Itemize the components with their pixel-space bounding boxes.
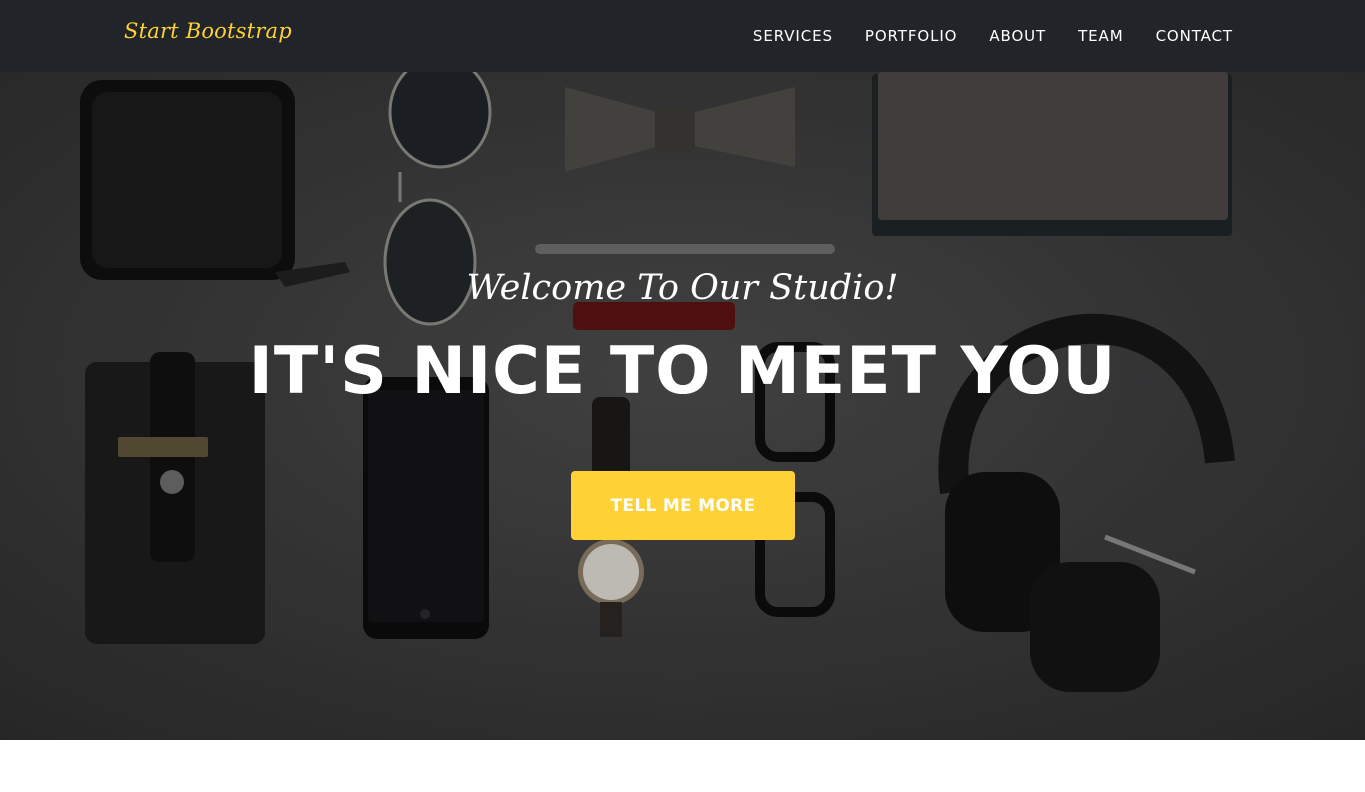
tell-me-more-button[interactable]: TELL ME MORE: [571, 471, 795, 540]
hero-subheading: Welcome To Our Studio!: [466, 268, 899, 308]
hero-section: Welcome To Our Studio! IT'S NICE TO MEET…: [0, 72, 1365, 740]
nav-link-contact[interactable]: CONTACT: [1156, 27, 1233, 45]
nav-link-services[interactable]: SERVICES: [753, 27, 833, 45]
hero-heading: IT'S NICE TO MEET YOU: [248, 334, 1117, 409]
navbar: Start Bootstrap SERVICES PORTFOLIO ABOUT…: [0, 0, 1365, 72]
navbar-brand[interactable]: Start Bootstrap: [124, 19, 292, 43]
nav-link-portfolio[interactable]: PORTFOLIO: [865, 27, 957, 45]
nav-link-team[interactable]: TEAM: [1078, 27, 1123, 45]
page-content-below-hero: [0, 740, 1365, 792]
nav-link-about[interactable]: ABOUT: [989, 27, 1046, 45]
nav-menu: SERVICES PORTFOLIO ABOUT TEAM CONTACT: [721, 0, 1233, 72]
